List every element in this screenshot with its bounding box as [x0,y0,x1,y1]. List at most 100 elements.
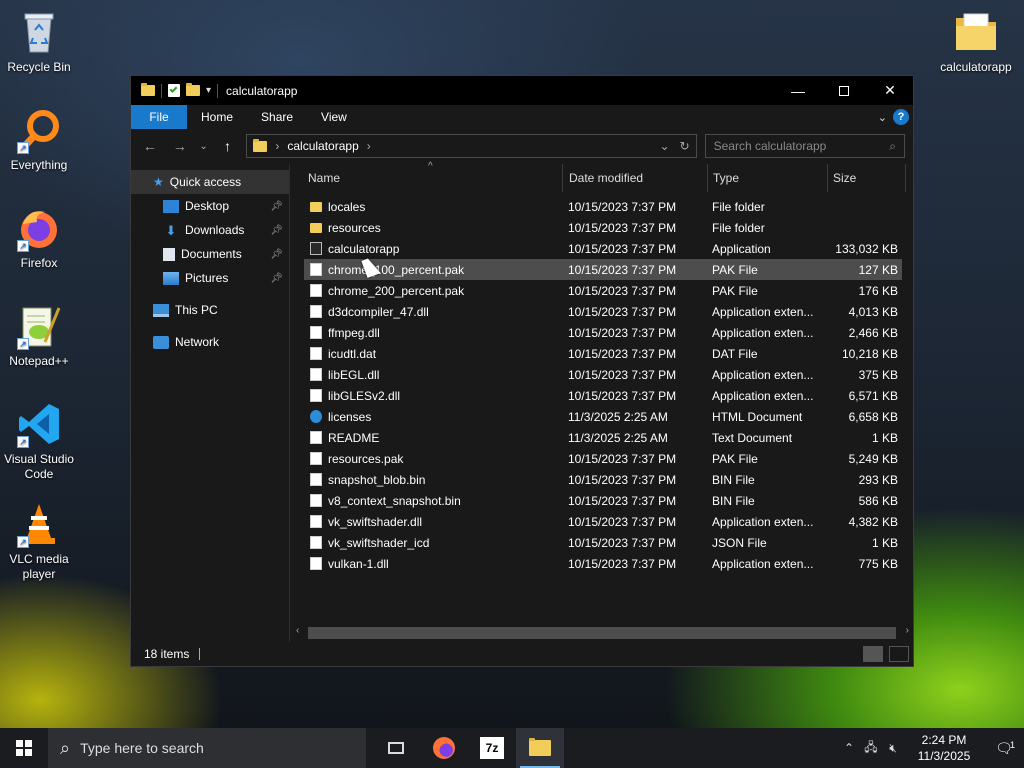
nav-this-pc[interactable]: This PC [131,298,289,322]
search-icon: ⌕ [889,138,897,153]
file-row[interactable]: README 11/3/2025 2:25 AM Text Document 1 KB [304,427,902,448]
close-button[interactable]: ✕ [867,76,913,105]
file-name: calculatorapp [328,242,400,256]
file-row[interactable]: chrome_200_percent.pak 10/15/2023 7:37 PM… [304,280,902,301]
file-row[interactable]: vulkan-1.dll 10/15/2023 7:37 PM Applicatio… [304,553,902,574]
desktop-icon-vscode[interactable]: ↗ Visual Studio Code [0,400,78,482]
column-divider[interactable] [707,164,708,192]
desktop-icon-vlc[interactable]: ↗ VLC media player [0,500,78,582]
7zip-icon: 7z [480,737,504,759]
breadcrumb-separator-icon[interactable]: › [367,139,371,153]
expand-ribbon-chevron-icon[interactable]: ⌄ [878,111,887,124]
clock[interactable]: 2:24 PM 11/3/2025 [904,732,984,764]
file-row[interactable]: v8_context_snapshot.bin 10/15/2023 7:37 P… [304,490,902,511]
task-view-button[interactable] [372,728,420,768]
column-header-size[interactable]: Size [833,171,856,185]
address-dropdown-chevron-icon[interactable]: ⌄ [659,139,669,153]
file-size: 6,658 KB [848,410,898,424]
new-folder-icon[interactable] [186,83,200,96]
tab-file[interactable]: File [131,105,187,129]
nav-documents[interactable]: Documents 📌︎ [131,242,289,266]
desktop-icon-label: Everything [10,158,68,172]
file-row[interactable]: calculatorapp 10/15/2023 7:37 PM Applicati… [304,238,902,259]
desktop-icon-firefox[interactable]: ↗ Firefox [0,204,78,271]
clock-date: 11/3/2025 [917,749,971,763]
notifications-button[interactable]: 🗨︎ 1 [984,740,1024,757]
recent-locations-chevron-icon[interactable]: ⌄ [199,141,209,152]
nav-desktop[interactable]: Desktop 📌︎ [131,194,289,218]
tab-view[interactable]: View [307,105,361,129]
nav-quick-access[interactable]: ★ Quick access [131,170,289,194]
file-row[interactable]: vk_swiftshader_icd 10/15/2023 7:37 PM JSON… [304,532,902,553]
file-date-modified: 11/3/2025 2:25 AM [568,431,668,445]
maximize-button[interactable] [821,76,867,105]
desktop-icon-everything[interactable]: ↗ Everything [0,106,78,173]
desktop-icon-calculatorapp-folder[interactable]: calculatorapp [936,8,1016,75]
taskbar-firefox[interactable] [420,728,468,768]
volume-muted-icon[interactable]: 🔇︎ [882,741,904,756]
file-explorer-icon [529,738,551,756]
file-explorer-window[interactable]: ▾ calculatorapp — ✕ File Home Share View… [130,75,914,667]
taskbar-file-explorer[interactable] [516,728,564,768]
start-button[interactable] [0,728,48,768]
show-hidden-icons-chevron-icon[interactable]: ⌃ [838,741,860,755]
file-name: licenses [328,410,372,424]
file-row[interactable]: d3dcompiler_47.dll 10/15/2023 7:37 PM Appl… [304,301,902,322]
minimize-button[interactable]: — [775,76,821,105]
file-row[interactable]: locales 10/15/2023 7:37 PM File folder [304,196,902,217]
file-row[interactable]: chrome_100_percent.pak 10/15/2023 7:37 PM… [304,259,902,280]
divider [217,83,219,98]
file-row[interactable]: licenses 11/3/2025 2:25 AM HTML Document 6,… [304,406,902,427]
horizontal-scrollbar[interactable]: ‹ › [290,625,913,642]
nav-network[interactable]: Network [131,330,289,354]
title-bar[interactable]: ▾ calculatorapp — ✕ [131,76,913,105]
details-view-button[interactable] [863,646,883,662]
taskbar-7zip[interactable]: 7z [468,728,516,768]
file-row[interactable]: resources.pak 10/15/2023 7:37 PM PAK File 5… [304,448,902,469]
address-bar[interactable]: › calculatorapp › ⌄ ↻ [246,134,697,158]
file-size: 176 KB [858,284,898,298]
pin-icon: 📌︎ [270,200,283,212]
refresh-icon[interactable]: ↻ [680,139,690,153]
column-divider[interactable] [562,164,563,192]
desktop-icon-label: Firefox [20,256,58,270]
help-icon[interactable]: ? [893,109,909,125]
network-icon[interactable]: 🖧︎ [860,738,882,759]
back-arrow-icon[interactable]: ← [139,138,161,154]
up-arrow-icon[interactable]: ↑ [217,138,239,154]
taskbar-search-box[interactable]: ⌕ Type here to search [48,728,366,768]
forward-arrow-icon[interactable]: → [169,138,191,154]
tab-home[interactable]: Home [187,105,247,129]
column-divider[interactable] [905,164,906,192]
scrollbar-thumb[interactable] [308,627,896,639]
scroll-left-arrow-icon[interactable]: ‹ [296,625,299,636]
column-header-date[interactable]: Date modified [569,171,643,185]
file-row[interactable]: snapshot_blob.bin 10/15/2023 7:37 PM BIN F… [304,469,902,490]
nav-pictures[interactable]: Pictures 📌︎ [131,266,289,290]
file-row[interactable]: libEGL.dll 10/15/2023 7:37 PM Application … [304,364,902,385]
nav-label: Desktop [185,199,230,213]
column-header-type[interactable]: Type [713,171,739,185]
large-icons-view-button[interactable] [889,646,909,662]
file-row[interactable]: ffmpeg.dll 10/15/2023 7:37 PM Application … [304,322,902,343]
file-file-icon [310,452,322,465]
tab-share[interactable]: Share [247,105,307,129]
search-input[interactable]: Search calculatorapp ⌕ [704,134,906,158]
column-divider[interactable] [827,164,828,192]
customize-qat-icon[interactable]: ▾ [206,85,211,96]
column-header-name[interactable]: Name [308,171,340,185]
nav-label: Documents [181,247,242,261]
scroll-right-arrow-icon[interactable]: › [906,625,909,636]
file-type: PAK File [712,263,758,277]
file-row[interactable]: resources 10/15/2023 7:37 PM File folder [304,217,902,238]
breadcrumb-calculatorapp[interactable]: calculatorapp [287,139,358,153]
file-row[interactable]: icudtl.dat 10/15/2023 7:37 PM DAT File 10,2… [304,343,902,364]
file-name: libEGL.dll [328,368,380,382]
nav-downloads[interactable]: ⬇ Downloads 📌︎ [131,218,289,242]
desktop-icon-recycle-bin[interactable]: Recycle Bin [0,8,78,75]
desktop-icon-notepadpp[interactable]: ↗ Notepad++ [0,302,78,369]
file-row[interactable]: libGLESv2.dll 10/15/2023 7:37 PM Applicati… [304,385,902,406]
properties-icon[interactable] [168,84,180,97]
file-name: resources [328,221,381,235]
file-row[interactable]: vk_swiftshader.dll 10/15/2023 7:37 PM Appl… [304,511,902,532]
